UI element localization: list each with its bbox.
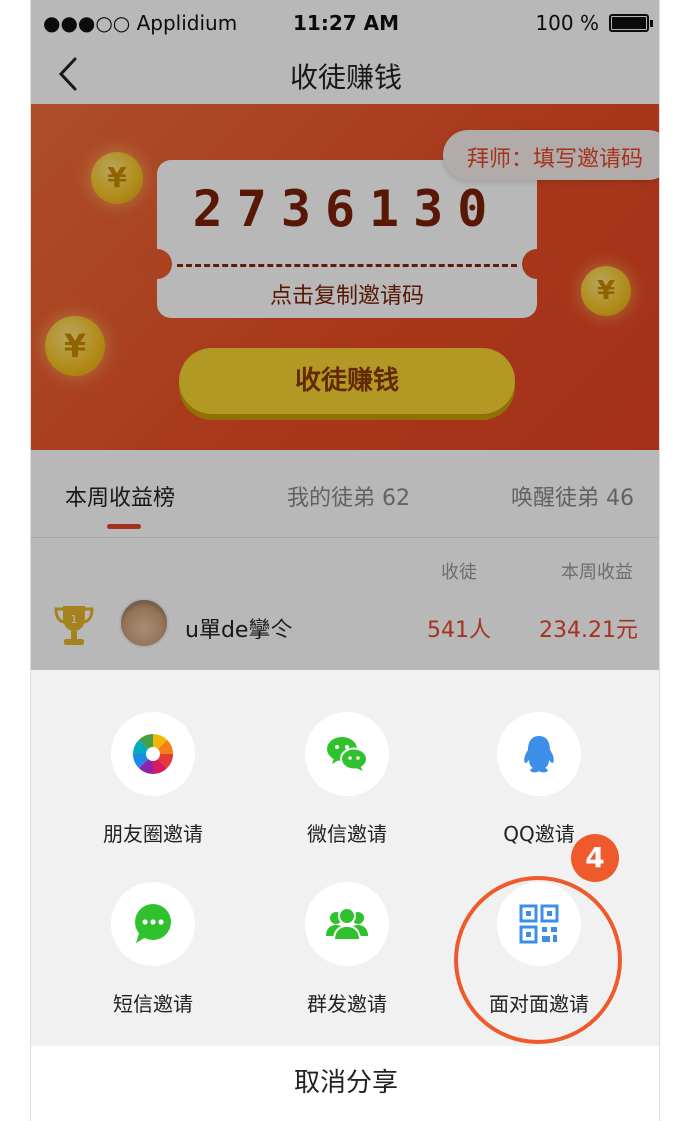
share-icon-circle [111,712,195,796]
share-qq-button[interactable]: QQ邀请 [449,712,629,852]
share-wechat-label: 微信邀请 [307,822,387,846]
share-sms-label: 短信邀请 [113,992,193,1016]
share-moments-label: 朋友圈邀请 [103,822,203,846]
share-sheet: 朋友圈邀请 微信邀请 QQ邀请 短信邀请 群发邀请 面对面邀请 4 取消分享 [31,670,659,1121]
moments-icon [133,734,173,774]
share-sms-button[interactable]: 短信邀请 [63,882,243,1022]
sms-icon [135,904,171,943]
share-group-send-label: 群发邀请 [307,992,387,1016]
share-icon-circle [305,882,389,966]
modal-backdrop[interactable] [31,0,659,670]
share-group-send-button[interactable]: 群发邀请 [257,882,437,1022]
group-send-icon [326,907,368,941]
share-wechat-button[interactable]: 微信邀请 [257,712,437,852]
share-moments-button[interactable]: 朋友圈邀请 [63,712,243,852]
wechat-icon [327,737,368,771]
qq-icon [524,736,554,773]
share-icon-circle [305,712,389,796]
cancel-share-button[interactable]: 取消分享 [31,1046,659,1121]
share-icon-circle [111,882,195,966]
phone-screen: ●●●○○ Applidium 11:27 AM 100 % 收徒赚钱 ¥ ¥ … [30,0,660,1121]
cancel-share-label: 取消分享 [293,1068,398,1098]
step-badge: 4 [571,834,619,882]
share-icon-circle [497,712,581,796]
tutorial-highlight-ring [454,876,622,1044]
